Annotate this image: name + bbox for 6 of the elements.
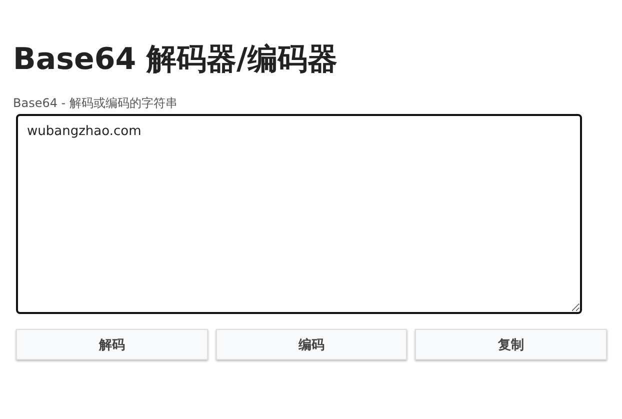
page-title: Base64 解码器/编码器 — [13, 41, 338, 79]
action-button[interactable]: 解码 — [16, 329, 208, 360]
input-field[interactable]: wubangzhao.com — [16, 114, 582, 314]
action-button[interactable]: 编码 — [216, 329, 408, 360]
action-button[interactable]: 复制 — [415, 329, 608, 360]
field-label: Base64 - 解码或编码的字符串 — [13, 96, 178, 110]
